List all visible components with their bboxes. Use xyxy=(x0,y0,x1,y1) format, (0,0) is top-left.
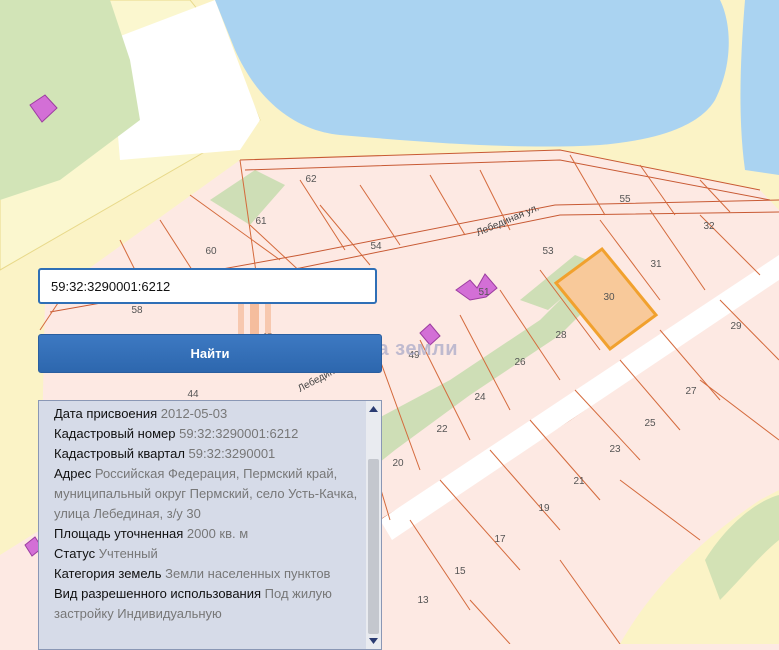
info-label: Категория земель xyxy=(54,566,162,581)
plot-label: 29 xyxy=(730,321,742,332)
plot-label: 23 xyxy=(609,444,621,455)
info-label: Адрес xyxy=(54,466,92,481)
scroll-down-arrow-icon[interactable] xyxy=(366,633,381,649)
parcel-info-panel[interactable]: Дата присвоения 2012-05-03 Кадастровый н… xyxy=(38,400,382,650)
info-value: 2012-05-03 xyxy=(160,406,228,421)
plot-label: 24 xyxy=(474,392,486,403)
info-label: Вид разрешенного использования xyxy=(54,586,262,601)
info-row-date: Дата присвоения 2012-05-03 xyxy=(54,404,364,424)
scrollbar-thumb[interactable] xyxy=(368,459,379,634)
info-value: Российская Федерация, Пермский край, мун… xyxy=(54,466,358,521)
info-row-cadastral-quarter: Кадастровый квартал 59:32:3290001 xyxy=(54,444,364,464)
plot-label: 30 xyxy=(603,292,615,303)
info-row-area: Площадь уточненная 2000 кв. м xyxy=(54,524,364,544)
plot-label: 53 xyxy=(542,246,554,257)
info-row-cadastral-number: Кадастровый номер 59:32:3290001:6212 xyxy=(54,424,364,444)
info-scrollbar[interactable] xyxy=(366,401,381,649)
info-value: Земли населенных пунктов xyxy=(165,566,331,581)
info-value: 59:32:3290001:6212 xyxy=(179,426,299,441)
plot-label: 15 xyxy=(454,566,466,577)
find-button[interactable]: Найти xyxy=(38,334,382,373)
plot-label: 54 xyxy=(370,241,382,252)
info-row-status: Статус Учтенный xyxy=(54,544,364,564)
search-input-value: 59:32:3290001:6212 xyxy=(51,278,171,294)
cadastral-search-input[interactable]: 59:32:3290001:6212 xyxy=(38,268,377,304)
info-label: Площадь уточненная xyxy=(54,526,184,541)
plot-label: 22 xyxy=(436,424,448,435)
info-value: Учтенный xyxy=(98,546,158,561)
plot-label: 21 xyxy=(573,476,585,487)
plot-label: 61 xyxy=(255,216,267,227)
plot-label: 20 xyxy=(392,458,404,469)
plot-label: 28 xyxy=(555,330,567,341)
info-value: 2000 кв. м xyxy=(186,526,249,541)
plot-label: 55 xyxy=(619,194,631,205)
plot-label: 62 xyxy=(305,174,317,185)
water-body-right xyxy=(740,0,779,175)
plot-label: 25 xyxy=(644,418,656,429)
info-label: Дата присвоения xyxy=(54,406,158,421)
parcel-info-content: Дата присвоения 2012-05-03 Кадастровый н… xyxy=(54,404,364,624)
plot-label: 13 xyxy=(417,595,429,606)
plot-label: 19 xyxy=(538,503,550,514)
info-label: Статус xyxy=(54,546,96,561)
info-row-address: Адрес Российская Федерация, Пермский кра… xyxy=(54,464,364,524)
plot-label: 17 xyxy=(494,534,506,545)
info-row-permitted-use: Вид разрешенного использования Под жилую… xyxy=(54,584,364,624)
plot-label: 32 xyxy=(703,221,715,232)
plot-label: 44 xyxy=(187,389,199,400)
plot-label: 60 xyxy=(205,246,217,257)
info-value: 59:32:3290001 xyxy=(188,446,276,461)
plot-label: 27 xyxy=(685,386,697,397)
info-label: Кадастровый квартал xyxy=(54,446,185,461)
plot-label: 31 xyxy=(650,259,662,270)
plot-label: 26 xyxy=(514,357,526,368)
info-label: Кадастровый номер xyxy=(54,426,176,441)
scroll-up-arrow-icon[interactable] xyxy=(366,401,381,417)
plot-label: 51 xyxy=(478,287,490,298)
plot-label: 58 xyxy=(131,305,143,316)
info-row-land-category: Категория земель Земли населенных пункто… xyxy=(54,564,364,584)
